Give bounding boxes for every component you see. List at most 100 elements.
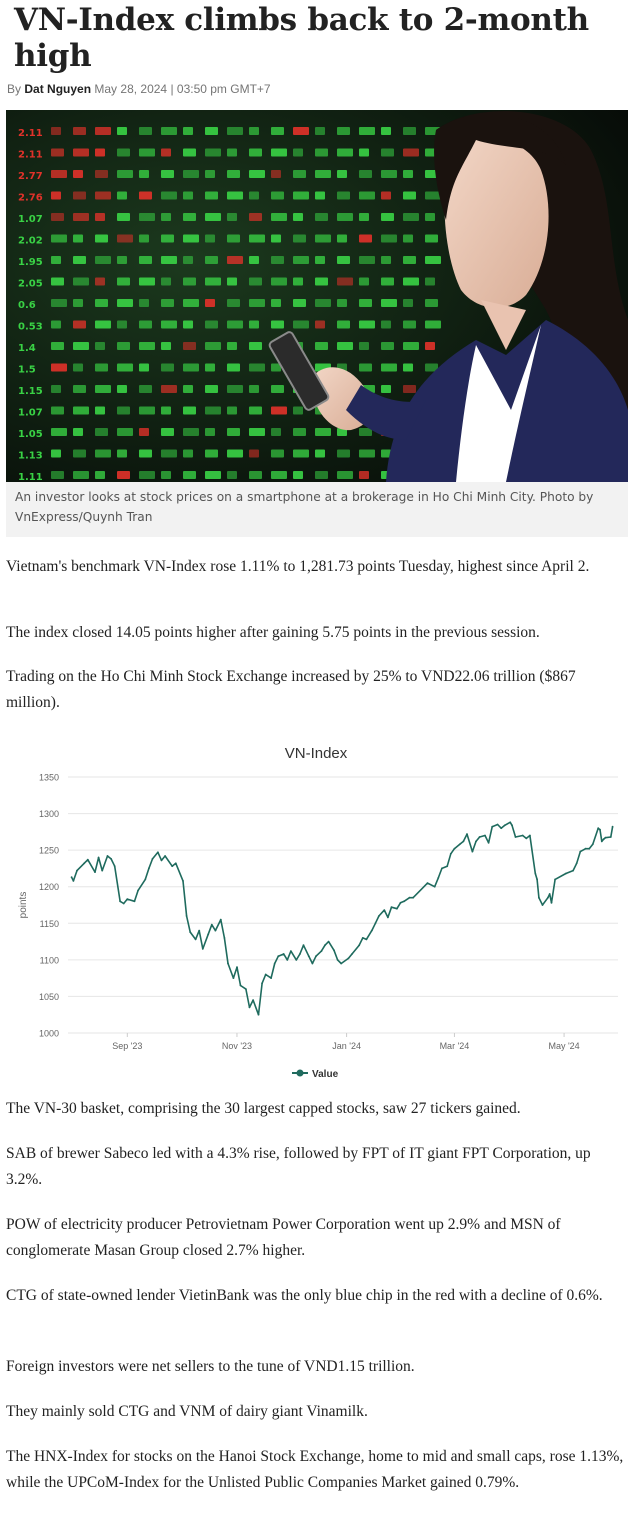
board-cell [139, 148, 155, 157]
board-cell [51, 363, 67, 372]
board-cell [161, 471, 171, 479]
board-cell [227, 299, 240, 307]
y-tick-label: 1100 [40, 955, 59, 965]
board-cell [183, 170, 199, 178]
data-point [198, 929, 201, 932]
data-point [248, 1006, 251, 1009]
data-point [599, 828, 601, 831]
paragraph: SAB of brewer Sabeco led with a 4.3% ris… [6, 1145, 591, 1188]
board-cell [117, 342, 130, 350]
data-point [565, 872, 567, 875]
gridlines [68, 776, 618, 1034]
data-point [148, 867, 150, 870]
board-cell [381, 342, 394, 350]
board-cell [425, 299, 438, 307]
data-point [500, 827, 503, 830]
board-cell [73, 449, 86, 458]
y-tick-label: 1000 [39, 1029, 59, 1039]
board-cell [117, 363, 133, 372]
board-cell [249, 471, 262, 479]
board-cell [95, 471, 105, 479]
board-cell [425, 191, 441, 200]
data-point [261, 982, 263, 985]
board-cell [337, 191, 350, 200]
board-cell [249, 148, 262, 157]
board-cell [293, 449, 309, 458]
board-cell [315, 191, 325, 200]
board-cell [183, 449, 193, 458]
data-point [521, 834, 524, 837]
board-cell [403, 363, 413, 372]
board-cell [139, 428, 149, 436]
board-cell [271, 428, 281, 436]
board-cell [315, 299, 331, 307]
data-point [245, 988, 247, 990]
data-point [227, 962, 229, 965]
board-cell [425, 256, 441, 264]
data-point [72, 880, 75, 882]
data-point [157, 851, 159, 854]
board-cell [249, 320, 259, 329]
board-number: 2.11 [18, 128, 43, 139]
board-cell [95, 363, 108, 372]
board-cell [227, 148, 237, 157]
data-point [534, 872, 537, 875]
board-cell [95, 299, 108, 307]
board-cell [51, 449, 61, 458]
board-cell [403, 299, 413, 307]
board-cell [337, 471, 353, 479]
paragraph: The VN-30 basket, comprising the 30 larg… [6, 1100, 521, 1117]
board-cell [139, 213, 155, 221]
board-cell [315, 277, 328, 286]
board-cell [205, 428, 215, 436]
board-cell [205, 320, 218, 329]
board-cell [73, 428, 83, 436]
board-cell [271, 256, 284, 264]
board-cell [139, 127, 152, 135]
board-cell [139, 170, 149, 178]
data-point [311, 962, 314, 965]
board-cell [51, 256, 61, 264]
board-cell [73, 277, 89, 286]
board-cell [205, 127, 218, 135]
board-cell [161, 191, 177, 200]
board-cell [117, 299, 133, 307]
board-cell [73, 363, 83, 372]
board-cell [161, 428, 174, 436]
board-cell [249, 342, 262, 350]
board-cell [51, 471, 64, 479]
board-cell [381, 363, 397, 372]
board-cell [271, 277, 287, 286]
board-cell [95, 406, 105, 415]
board-cell [403, 170, 413, 178]
board-cell [337, 170, 347, 178]
board-cell [117, 406, 130, 415]
board-number: 2.77 [18, 171, 43, 182]
board-cell [183, 406, 196, 415]
board-cell [95, 428, 108, 436]
author-link[interactable]: Dat Nguyen [24, 82, 91, 96]
board-cell [205, 170, 215, 178]
board-cell [271, 148, 287, 157]
data-point [320, 950, 323, 952]
board-cell [139, 320, 152, 329]
data-point [94, 871, 96, 873]
board-cell [359, 213, 369, 221]
board-cell [337, 320, 350, 329]
board-cell [227, 320, 243, 329]
data-point [315, 955, 317, 958]
data-point [462, 840, 465, 843]
legend[interactable]: Value [292, 1069, 339, 1080]
board-cell [161, 148, 171, 157]
board-cell [271, 213, 287, 221]
board-cell [293, 213, 303, 221]
data-point [453, 847, 456, 850]
board-cell [51, 320, 61, 329]
board-cell [337, 256, 350, 264]
board-cell [117, 148, 130, 157]
board-cell [183, 471, 196, 479]
data-point [383, 909, 386, 911]
data-point [210, 923, 213, 926]
board-cell [73, 234, 83, 243]
series-line-value [70, 821, 614, 1016]
